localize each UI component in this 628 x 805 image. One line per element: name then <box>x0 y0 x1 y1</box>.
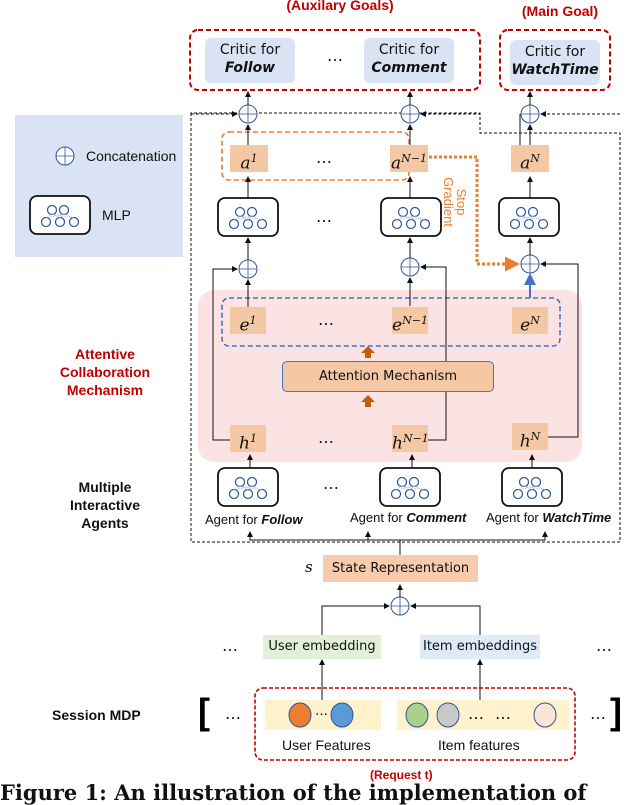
hidden-ellipsis: … <box>318 428 334 447</box>
action-ellipsis: … <box>316 148 332 167</box>
item-feature-dot-gray <box>436 702 460 728</box>
embedding-ellipsis: … <box>318 310 334 329</box>
hidden-1: h1 <box>230 425 266 454</box>
main-goal-title: (Main Goal) <box>521 3 599 19</box>
embeddings-right-ellipsis: … <box>596 636 612 655</box>
open-bracket: [ <box>198 691 210 732</box>
user-embedding-box: User embedding <box>263 635 381 659</box>
user-feature-dot-blue <box>330 702 354 728</box>
embedding-n: eN <box>512 307 548 336</box>
item-embeddings-box: Item embeddings <box>420 635 540 659</box>
item-feature-ellipsis-2: … <box>495 704 511 723</box>
user-features-label: User Features <box>282 737 371 753</box>
item-feature-ellipsis-1: … <box>468 704 484 723</box>
critic-prefix: Critic for <box>378 42 440 58</box>
critic-prefix: Critic for <box>219 42 281 58</box>
mlp-legend-icon <box>29 195 91 235</box>
user-feature-ellipsis: … <box>315 704 328 719</box>
stop-gradient-label: Stop Gradient <box>441 177 469 227</box>
mlp-legend-label: MLP <box>102 207 131 223</box>
action-1: a1 <box>230 145 268 174</box>
agent-ellipsis: … <box>323 474 339 493</box>
session-mdp-label: Session MDP <box>52 707 141 723</box>
state-symbol: s <box>305 558 313 576</box>
concat-legend-icon <box>55 146 75 166</box>
legend-panel <box>15 115 183 257</box>
agent-watchtime-label: Agent for WatchTime <box>486 510 612 525</box>
critic-watchtime: Critic for WatchTime <box>510 40 600 85</box>
item-features-label: Item features <box>438 737 520 753</box>
critic-comment: Critic for Comment <box>364 38 454 83</box>
embeddings-left-ellipsis: … <box>222 636 238 655</box>
close-bracket: ] <box>610 691 622 732</box>
action-n: aN <box>511 145 549 174</box>
agent-follow-label: Agent for Follow <box>205 512 303 527</box>
attention-mechanism-box: Attention Mechanism <box>282 361 494 392</box>
hidden-n: hN <box>512 423 548 452</box>
mlp-ellipsis: … <box>316 207 332 226</box>
item-feature-dot-peach <box>533 702 557 728</box>
critic-prefix: Critic for <box>524 44 586 60</box>
user-feature-dot-orange <box>288 702 312 728</box>
item-feature-dot-green <box>405 702 429 728</box>
session-left-ellipsis: … <box>225 704 241 723</box>
agent-comment-label: Agent for Comment <box>350 510 467 525</box>
hidden-n-minus-1: hN−1 <box>392 425 429 454</box>
critic-target: Comment <box>371 60 447 76</box>
concat-legend-label: Concatenation <box>86 148 177 164</box>
session-right-ellipsis: … <box>590 704 606 723</box>
state-representation-box: State Representation <box>323 555 478 582</box>
embedding-n-minus-1: eN−1 <box>392 307 428 336</box>
critic-follow: Critic for Follow <box>205 38 295 83</box>
critic-target: WatchTime <box>511 62 599 78</box>
action-n-minus-1: aN−1 <box>390 145 428 174</box>
embedding-1: e1 <box>230 307 266 336</box>
critic-target: Follow <box>224 60 276 76</box>
attentive-collaboration-label: Attentive Collaboration Mechanism <box>59 346 151 398</box>
critic-ellipsis: … <box>327 46 343 65</box>
multiple-agents-label: Multiple Interactive Agents <box>69 479 141 531</box>
figure-caption: Figure 1: An illustration of the impleme… <box>0 780 587 805</box>
auxiliary-goals-title: (Auxilary Goals) <box>286 0 394 13</box>
